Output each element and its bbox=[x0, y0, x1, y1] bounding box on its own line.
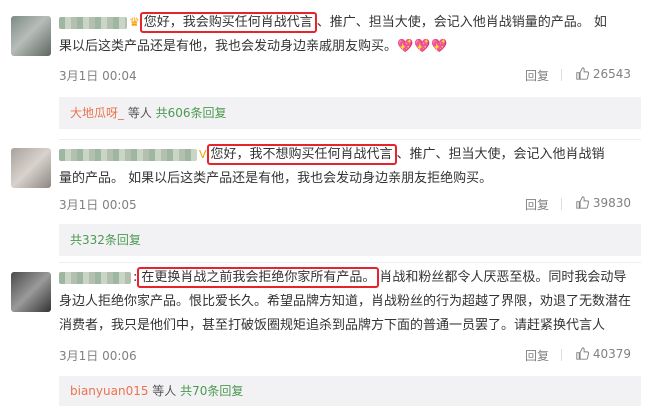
like-count: 39830 bbox=[592, 196, 632, 210]
like-button[interactable]: 40379 bbox=[576, 347, 631, 361]
username-blurred[interactable] bbox=[59, 148, 197, 161]
reply-button[interactable]: 回复 bbox=[525, 347, 549, 364]
reply-button[interactable]: 回复 bbox=[525, 196, 549, 213]
divider bbox=[561, 349, 562, 361]
verified-badge-icon: V bbox=[199, 148, 207, 161]
comment-date: 3月1日 00:06 bbox=[59, 349, 137, 363]
reply-summary[interactable]: 共332条回复 bbox=[59, 224, 641, 256]
comment-text: V 您好，我不想购买任何肖战代言 、推广、担当大使，会记入他肖战销 量的产品。 如果… bbox=[59, 143, 641, 191]
divider bbox=[561, 69, 562, 81]
like-count: 26543 bbox=[592, 67, 632, 81]
reply-summary[interactable]: bianyuan015 等人 共70条回复 bbox=[59, 376, 641, 406]
highlighted-phrase: 您好，我会购买任何肖战代言 bbox=[139, 12, 317, 33]
username-blurred[interactable] bbox=[59, 16, 127, 29]
reply-user-link[interactable]: 大地瓜呀_ bbox=[70, 106, 124, 120]
avatar[interactable] bbox=[11, 272, 51, 312]
heart-emoji: 💖💖💖 bbox=[397, 39, 449, 54]
comment-date: 3月1日 00:04 bbox=[59, 69, 137, 83]
reply-count-link[interactable]: 共332条回复 bbox=[70, 233, 141, 247]
thumbs-up-icon bbox=[576, 196, 589, 209]
divider bbox=[561, 198, 562, 210]
highlighted-phrase: 您好，我不想购买任何肖战代言 bbox=[206, 144, 397, 165]
divider bbox=[59, 139, 641, 140]
avatar[interactable] bbox=[11, 16, 51, 56]
like-button[interactable]: 39830 bbox=[576, 196, 631, 210]
comment-text: ♛ 您好，我会购买任何肖战代言 、推广、担当大使，会记入他肖战销量的产品。 如 果以… bbox=[59, 10, 641, 59]
highlighted-phrase: 在更换肖战之前我会拒绝你家所有产品。 bbox=[137, 267, 380, 288]
like-button[interactable]: 26543 bbox=[576, 67, 631, 81]
thumbs-up-icon bbox=[576, 347, 589, 360]
crown-icon: ♛ bbox=[129, 15, 140, 29]
reply-summary[interactable]: 大地瓜呀_ 等人 共606条回复 bbox=[59, 97, 641, 129]
like-count: 40379 bbox=[592, 347, 632, 361]
reply-count-link[interactable]: 共70条回复 bbox=[180, 384, 243, 398]
divider bbox=[59, 262, 641, 263]
thumbs-up-icon bbox=[576, 67, 589, 80]
comment-text: : 在更换肖战之前我会拒绝你家所有产品。 肖战和粉丝都令人厌恶至极。同时我会动导 身… bbox=[59, 266, 641, 338]
reply-user-link[interactable]: bianyuan015 bbox=[70, 384, 148, 398]
reply-count-link[interactable]: 共606条回复 bbox=[156, 106, 227, 120]
avatar[interactable] bbox=[11, 148, 51, 188]
comment-date: 3月1日 00:05 bbox=[59, 198, 137, 212]
username-blurred[interactable] bbox=[59, 271, 131, 284]
reply-button[interactable]: 回复 bbox=[525, 67, 549, 84]
